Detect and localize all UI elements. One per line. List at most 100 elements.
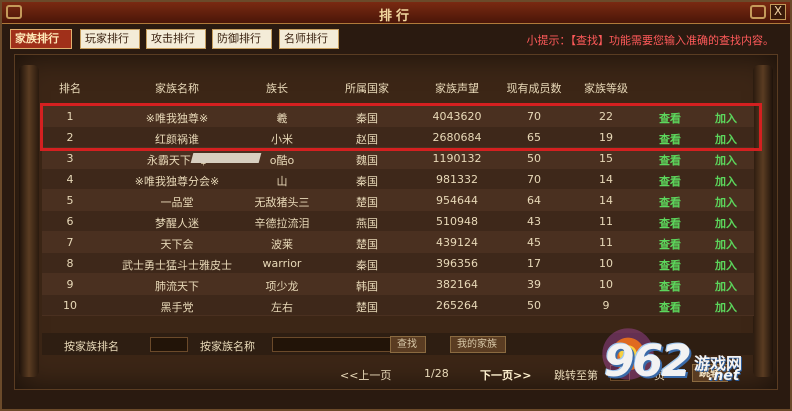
view-button[interactable]: 查看 <box>652 236 688 252</box>
cell-family-name: ※唯我独尊分会※ <box>134 175 220 188</box>
join-button[interactable]: 加入 <box>708 236 744 252</box>
title-bar: 排行 X <box>2 2 790 24</box>
watermark-number: 962 <box>604 336 692 387</box>
header-family-name: 家族名称 <box>155 82 199 95</box>
table-row: 10 黑手党 左右 楚国 265264 50 9 查看 加入 <box>42 295 754 316</box>
table-row: 6 梦醒人迷 辛德拉流泪 燕国 510948 43 11 查看 加入 <box>42 211 754 232</box>
name-search-input[interactable] <box>272 337 392 352</box>
rank-search-input[interactable] <box>150 337 188 352</box>
my-family-button[interactable]: 我的家族 <box>450 336 506 353</box>
cell-prestige: 265264 <box>436 299 478 312</box>
header-level: 家族等级 <box>584 82 628 95</box>
cell-country: 楚国 <box>356 301 378 314</box>
cell-rank: 5 <box>66 194 74 207</box>
redaction-mark <box>190 153 262 163</box>
name-search-label: 按家族名称 <box>200 340 255 353</box>
cell-prestige: 954644 <box>436 194 478 207</box>
site-watermark-logo: 962 游戏网 .net <box>598 320 788 398</box>
cell-rank: 9 <box>66 278 74 291</box>
find-button[interactable]: 查找 <box>390 336 426 353</box>
cell-family-name: 肺流天下 <box>155 280 199 293</box>
cell-prestige: 396356 <box>436 257 478 270</box>
jump-label: 跳转至第 <box>554 369 598 382</box>
view-button[interactable]: 查看 <box>652 257 688 273</box>
view-button[interactable]: 查看 <box>652 215 688 231</box>
cell-family-name: 一品堂 <box>160 196 194 209</box>
cell-prestige: 439124 <box>436 236 478 249</box>
view-button[interactable]: 查看 <box>652 194 688 210</box>
cell-family-name: 武士勇士猛斗士雅皮士 <box>122 259 232 272</box>
cell-members: 39 <box>527 278 541 291</box>
tab-attack-ranking[interactable]: 攻击排行 <box>146 29 206 49</box>
cell-leader: 山 <box>276 175 288 188</box>
join-button[interactable]: 加入 <box>708 215 744 231</box>
cell-prestige: 382164 <box>436 278 478 291</box>
page-indicator: 1/28 <box>424 367 449 380</box>
cell-rank: 6 <box>66 215 74 228</box>
table-row: 8 武士勇士猛斗士雅皮士 warrior 秦国 396356 17 10 查看 加入 <box>42 253 754 274</box>
tab-defense-ranking[interactable]: 防御排行 <box>212 29 272 49</box>
tab-mentor-ranking[interactable]: 名师排行 <box>279 29 339 49</box>
cell-leader: 波莱 <box>271 238 293 251</box>
header-members: 现有成员数 <box>506 82 562 95</box>
cell-level: 10 <box>599 278 613 291</box>
table-row: 9 肺流天下 项少龙 韩国 382164 39 10 查看 加入 <box>42 274 754 295</box>
watermark-net: .net <box>708 368 740 384</box>
next-page-link[interactable]: 下一页>> <box>480 367 531 383</box>
cell-members: 17 <box>527 257 541 270</box>
cell-level: 11 <box>599 215 613 228</box>
cell-leader: warrior <box>262 257 302 270</box>
table-header: 排名 家族名称 族长 所属国家 家族声望 现有成员数 家族等级 <box>42 77 754 97</box>
view-button[interactable]: 查看 <box>652 152 688 168</box>
cell-level: 11 <box>599 236 613 249</box>
cell-members: 50 <box>527 299 541 312</box>
cell-leader: 左右 <box>271 301 293 314</box>
cell-prestige: 981332 <box>436 173 478 186</box>
cell-level: 10 <box>599 257 613 270</box>
prev-page-link[interactable]: <<上一页 <box>340 367 391 383</box>
table-row: 5 一品堂 无敌猪头三 楚国 954644 64 14 查看 加入 <box>42 190 754 211</box>
cell-leader: 辛德拉流泪 <box>254 217 310 230</box>
cell-country: 韩国 <box>356 280 378 293</box>
cell-rank: 3 <box>66 152 74 165</box>
cell-members: 45 <box>527 236 541 249</box>
cell-rank: 10 <box>63 299 77 312</box>
view-button[interactable]: 查看 <box>652 173 688 189</box>
cell-family-name: 梦醒人迷 <box>155 217 199 230</box>
cell-members: 70 <box>527 173 541 186</box>
cell-family-name: 黑手党 <box>160 301 194 314</box>
cell-members: 50 <box>527 152 541 165</box>
cell-rank: 7 <box>66 236 74 249</box>
cell-country: 楚国 <box>356 238 378 251</box>
cell-leader: 项少龙 <box>265 280 299 293</box>
header-prestige: 家族声望 <box>435 82 479 95</box>
cell-prestige: 1190132 <box>432 152 482 165</box>
join-button[interactable]: 加入 <box>708 299 744 315</box>
cell-country: 燕国 <box>356 217 378 230</box>
close-button[interactable]: X <box>770 4 786 20</box>
cell-level: 14 <box>599 194 613 207</box>
tab-family-ranking[interactable]: 家族排行 <box>10 29 72 49</box>
join-button[interactable]: 加入 <box>708 152 744 168</box>
view-button[interactable]: 查看 <box>652 278 688 294</box>
hint-text: 小提示：【查找】功能需要您输入准确的查找内容。 <box>526 34 775 47</box>
cell-family-name: 天下会 <box>160 238 194 251</box>
join-button[interactable]: 加入 <box>708 173 744 189</box>
table-row: 7 天下会 波莱 楚国 439124 45 11 查看 加入 <box>42 232 754 253</box>
join-button[interactable]: 加入 <box>708 257 744 273</box>
highlight-box <box>40 103 762 151</box>
header-rank: 排名 <box>59 82 81 95</box>
table-row: 4 ※唯我独尊分会※ 山 秦国 981332 70 14 查看 加入 <box>42 169 754 190</box>
cell-level: 14 <box>599 173 613 186</box>
join-button[interactable]: 加入 <box>708 278 744 294</box>
tab-player-ranking[interactable]: 玩家排行 <box>80 29 140 49</box>
view-button[interactable]: 查看 <box>652 299 688 315</box>
cell-rank: 4 <box>66 173 74 186</box>
ranking-window: 排行 X 家族排行 玩家排行 攻击排行 防御排行 名师排行 小提示：【查找】功能… <box>0 0 792 411</box>
cell-prestige: 510948 <box>436 215 478 228</box>
cell-rank: 8 <box>66 257 74 270</box>
scroll-roll-left <box>19 65 39 377</box>
table-row: 3 永霸天下~$ o酷o 魏国 1190132 50 15 查看 加入 <box>42 148 754 169</box>
join-button[interactable]: 加入 <box>708 194 744 210</box>
cell-members: 64 <box>527 194 541 207</box>
